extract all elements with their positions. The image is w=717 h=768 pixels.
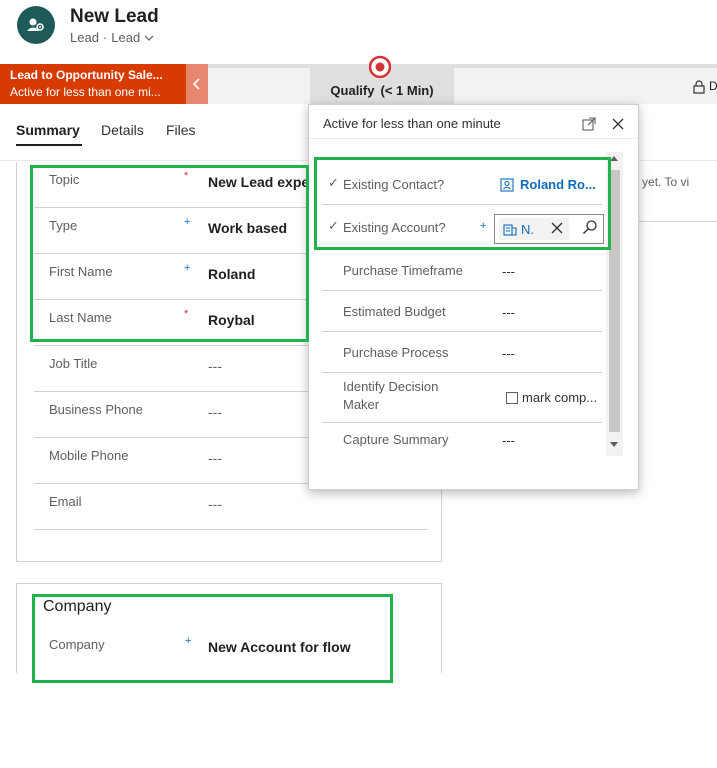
field-label: Mobile Phone [49, 448, 129, 463]
flyout-field-value[interactable]: --- [502, 264, 515, 279]
lead-avatar [17, 6, 55, 44]
process-status: Active for less than one mi... [10, 85, 161, 99]
flyout-field-label: Identify Decision Maker [343, 379, 439, 412]
scroll-down-icon[interactable] [610, 442, 618, 447]
mark-complete-checkbox[interactable]: mark comp... [506, 390, 597, 405]
record-header: New Lead Lead · Lead [0, 0, 717, 64]
field-value[interactable]: --- [208, 404, 308, 420]
process-name: Lead to Opportunity Sale... [10, 68, 163, 82]
close-icon[interactable] [611, 117, 625, 131]
flyout-field-label: Purchase Timeframe [343, 263, 463, 278]
flyout-field-value[interactable]: --- [502, 305, 515, 320]
highlight-name-fields [30, 165, 309, 342]
highlight-existing-records [314, 157, 611, 250]
highlight-company-field [32, 594, 393, 683]
lead-entity-icon [27, 18, 44, 31]
lock-icon [693, 80, 705, 94]
flyout-row-estimated-budget[interactable]: Estimated Budget --- [322, 291, 602, 332]
form-selector[interactable]: Lead [111, 30, 154, 45]
bpf-collapse-button[interactable] [186, 64, 208, 104]
checkbox-label: mark comp... [522, 390, 598, 405]
scroll-up-icon[interactable] [610, 156, 618, 161]
flyout-row-purchase-timeframe[interactable]: Purchase Timeframe --- [322, 250, 602, 291]
expand-icon[interactable] [582, 117, 596, 131]
flyout-row-purchase-process[interactable]: Purchase Process --- [322, 332, 602, 373]
flyout-field-value[interactable]: --- [502, 346, 515, 361]
field-label: Email [49, 494, 82, 509]
active-tab-indicator [16, 144, 82, 146]
flyout-status: Active for less than one minute [323, 116, 501, 131]
field-row-email[interactable]: Email --- [34, 484, 428, 530]
record-subtitle: Lead · Lead [70, 30, 154, 45]
stage-target-icon [368, 55, 392, 79]
entity-name: Lead [70, 30, 99, 45]
flyout-field-label: Capture Summary [343, 432, 449, 447]
field-label: Business Phone [49, 402, 143, 417]
flyout-field-value[interactable]: --- [502, 433, 515, 448]
tab-summary[interactable]: Summary [16, 122, 80, 138]
stage-qualify-duration: (< 1 Min) [380, 82, 434, 98]
field-value[interactable]: --- [208, 450, 308, 466]
flyout-field-label: Purchase Process [343, 345, 449, 360]
next-stage-label[interactable]: D [709, 79, 717, 93]
tab-files[interactable]: Files [166, 122, 196, 138]
field-value[interactable]: --- [208, 496, 308, 512]
flyout-field-label: Estimated Budget [343, 304, 446, 319]
chevron-left-icon [192, 78, 200, 90]
flyout-divider [309, 138, 638, 139]
field-value[interactable]: --- [208, 358, 308, 374]
stage-qualify-label: Qualify [330, 82, 375, 98]
flyout-row-capture-summary[interactable]: Capture Summary --- [322, 423, 602, 464]
field-label: Job Title [49, 356, 98, 371]
form-selector-label: Lead [111, 30, 141, 45]
subtitle-separator: · [102, 30, 108, 45]
checkbox-box[interactable] [506, 391, 518, 404]
tab-details[interactable]: Details [101, 122, 144, 138]
chevron-down-icon [144, 35, 154, 41]
record-title: New Lead [70, 6, 159, 27]
active-process-stage[interactable]: Lead to Opportunity Sale... Active for l… [0, 64, 186, 104]
